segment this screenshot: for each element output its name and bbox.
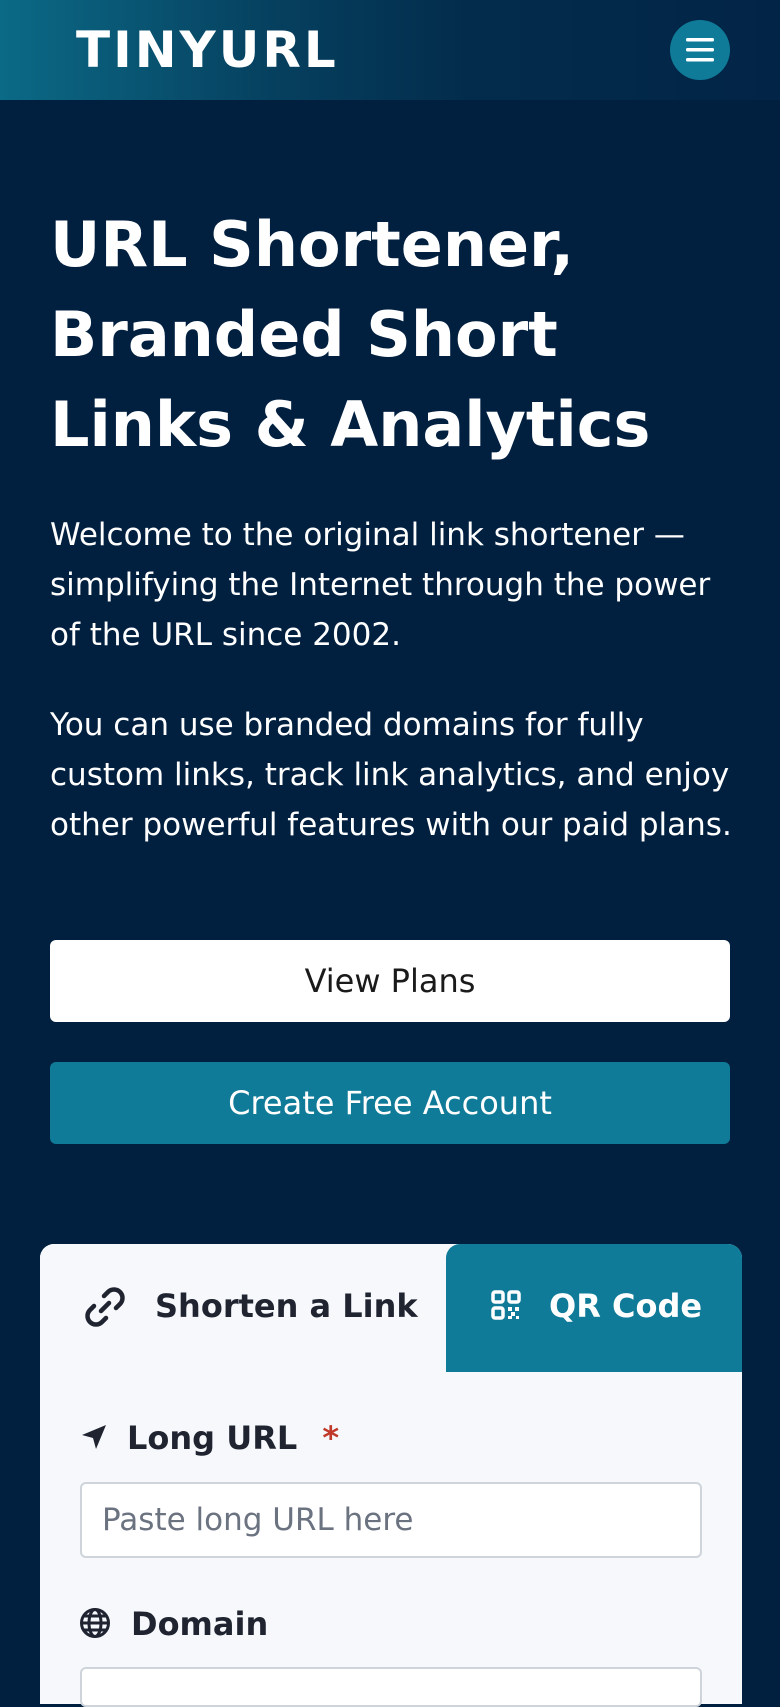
long-url-label: Long URL * xyxy=(127,1418,339,1458)
tinyurl-logo[interactable]: TINYURL xyxy=(76,22,339,78)
hamburger-menu-icon xyxy=(686,38,714,62)
link-icon xyxy=(85,1287,125,1327)
tab-shorten-label: Shorten a Link xyxy=(155,1287,418,1325)
tab-qr-label: QR Code xyxy=(549,1287,703,1325)
plans-paragraph: You can use branded domains for fully cu… xyxy=(50,707,732,843)
top-navigation-bar: TINYURL xyxy=(0,0,780,100)
globe-icon xyxy=(80,1608,110,1638)
required-asterisk: * xyxy=(322,1419,340,1457)
domain-label: Domain xyxy=(131,1605,269,1643)
tab-qr-code[interactable]: QR Code xyxy=(446,1244,742,1372)
qr-code-icon xyxy=(491,1290,521,1320)
long-url-label-text: Long URL xyxy=(127,1419,298,1457)
domain-select[interactable] xyxy=(80,1667,702,1707)
intro-paragraph: Welcome to the original link shortener —… xyxy=(50,517,711,653)
create-free-account-button[interactable]: Create Free Account xyxy=(50,1062,730,1144)
page-title: URL Shortener, Branded Short Links & Ana… xyxy=(50,208,651,461)
tab-shorten-a-link[interactable]: Shorten a Link xyxy=(40,1244,446,1372)
menu-button[interactable] xyxy=(670,20,730,80)
long-url-input[interactable] xyxy=(80,1482,702,1558)
navigation-arrow-icon xyxy=(82,1425,106,1449)
view-plans-button[interactable]: View Plans xyxy=(50,940,730,1022)
